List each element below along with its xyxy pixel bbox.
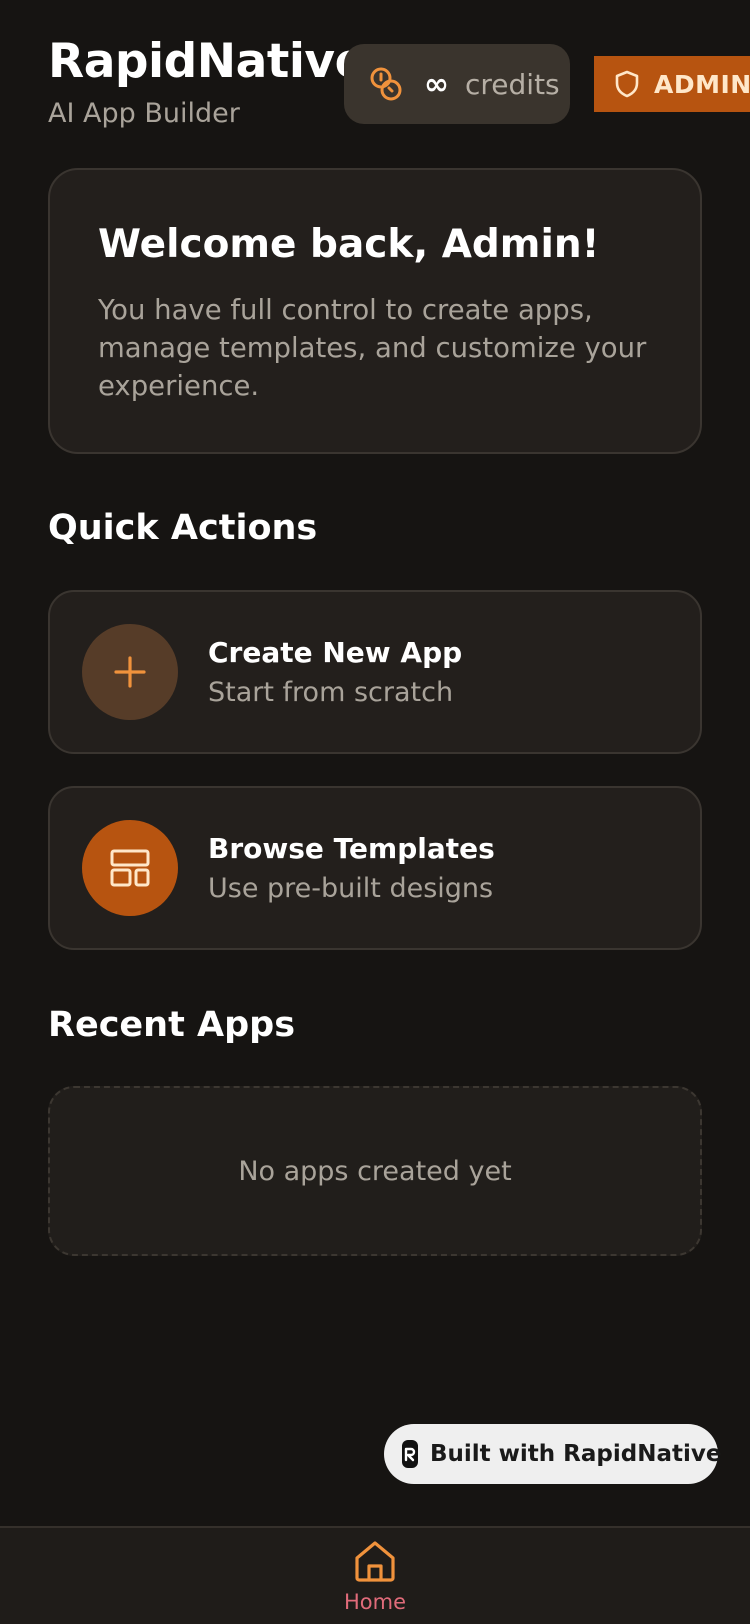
plus-icon	[114, 656, 146, 688]
built-with-label: Built with RapidNative	[430, 1441, 722, 1467]
admin-badge[interactable]: ADMIN	[594, 56, 750, 112]
browse-templates-card[interactable]: Browse Templates Use pre-built designs	[48, 786, 702, 950]
app-title: RapidNative	[48, 34, 366, 89]
shield-icon	[615, 70, 639, 98]
create-app-subtitle: Start from scratch	[208, 677, 454, 708]
nav-item-home[interactable]: Home	[335, 1538, 415, 1624]
create-new-app-card[interactable]: Create New App Start from scratch	[48, 590, 702, 754]
home-screen: RapidNative AI App Builder ∞ credits ADM…	[0, 0, 750, 1624]
home-icon	[355, 1541, 395, 1582]
credits-value: ∞	[424, 66, 449, 102]
layout-template-icon	[110, 849, 150, 887]
quick-actions-title: Quick Actions	[48, 508, 318, 548]
browse-templates-subtitle: Use pre-built designs	[208, 873, 494, 904]
credits-label: credits	[465, 67, 560, 101]
browse-templates-icon-circle	[82, 820, 178, 916]
admin-label: ADMIN	[654, 69, 750, 99]
coins-icon	[370, 67, 402, 101]
create-app-title: Create New App	[208, 636, 463, 669]
browse-templates-title: Browse Templates	[208, 832, 495, 865]
bottom-navigation: Home	[0, 1526, 750, 1624]
recent-apps-title: Recent Apps	[48, 1005, 296, 1045]
welcome-text: You have full control to create apps, ma…	[98, 294, 647, 402]
recent-apps-empty-state: No apps created yet	[48, 1086, 702, 1256]
rapidnative-logo-icon	[402, 1440, 418, 1468]
credits-pill[interactable]: ∞ credits	[344, 44, 570, 124]
nav-label-home: Home	[343, 1590, 406, 1614]
welcome-title: Welcome back, Admin!	[98, 222, 600, 267]
built-with-rapidnative-badge[interactable]: Built with RapidNative	[384, 1424, 722, 1484]
empty-state-text: No apps created yet	[238, 1155, 512, 1187]
create-app-icon-circle	[82, 624, 178, 720]
app-subtitle: AI App Builder	[48, 98, 240, 129]
welcome-card: Welcome back, Admin! You have full contr…	[48, 168, 702, 454]
